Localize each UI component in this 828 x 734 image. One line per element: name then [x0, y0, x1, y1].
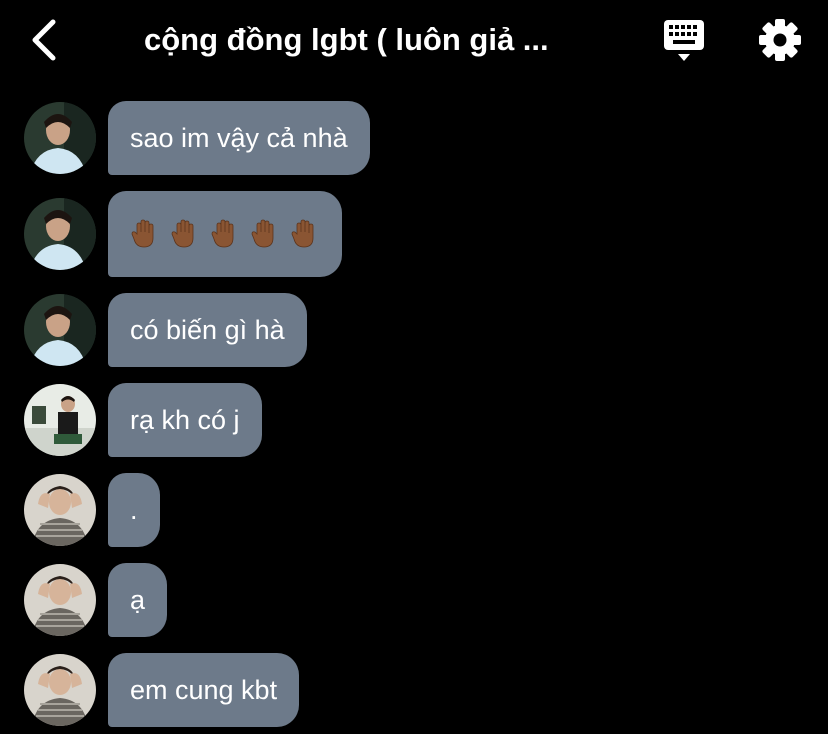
raised-hand-emoji	[210, 219, 240, 249]
message-bubble[interactable]: sao im vậy cả nhà	[108, 101, 370, 175]
message-bubble[interactable]	[108, 191, 342, 277]
message-row: sao im vậy cả nhà	[24, 101, 370, 175]
raised-hand-emoji	[130, 219, 160, 249]
message-bubble[interactable]: em cung kbt	[108, 653, 300, 727]
emoji-group	[130, 219, 320, 249]
message-text: em cung kbt	[130, 674, 278, 705]
message-row: ạ	[24, 563, 168, 637]
message-row	[24, 191, 342, 277]
message-row: em cung kbt	[24, 653, 300, 727]
avatar[interactable]	[24, 654, 96, 726]
raised-hand-emoji	[290, 219, 320, 249]
message-text: rạ kh có j	[130, 404, 240, 435]
message-bubble[interactable]: rạ kh có j	[108, 383, 262, 457]
avatar[interactable]	[24, 474, 96, 546]
raised-hand-emoji	[170, 219, 200, 249]
message-list[interactable]: sao im vậy cả nhà có biến gì hà rạ kh có…	[0, 0, 828, 734]
message-bubble[interactable]: .	[108, 473, 160, 547]
message-bubble[interactable]: ạ	[108, 563, 168, 637]
message-text: có biến gì hà	[130, 314, 285, 345]
message-row: .	[24, 473, 160, 547]
message-text: ạ	[130, 584, 146, 615]
avatar[interactable]	[24, 384, 96, 456]
message-row: rạ kh có j	[24, 383, 262, 457]
message-text: sao im vậy cả nhà	[130, 122, 348, 153]
avatar[interactable]	[24, 294, 96, 366]
message-text: .	[130, 494, 138, 525]
avatar[interactable]	[24, 102, 96, 174]
message-bubble[interactable]: có biến gì hà	[108, 293, 307, 367]
avatar[interactable]	[24, 198, 96, 270]
raised-hand-emoji	[250, 219, 280, 249]
avatar[interactable]	[24, 564, 96, 636]
message-row: có biến gì hà	[24, 293, 307, 367]
